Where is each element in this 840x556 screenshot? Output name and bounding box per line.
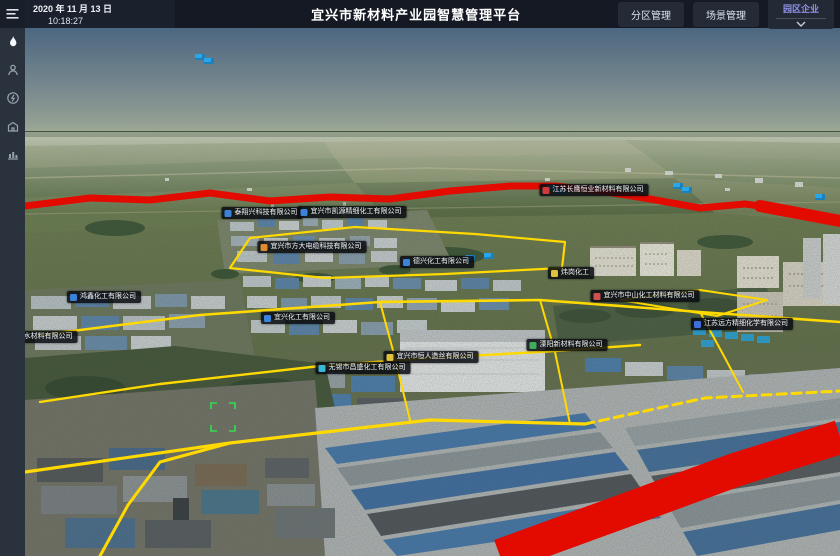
company-label[interactable]: 宜兴化工有限公司 <box>261 312 335 324</box>
menu-button[interactable] <box>0 0 25 28</box>
company-label-text: 无锡市昌盛化工有限公司 <box>329 364 406 372</box>
map-viewport[interactable]: 泰翔兴科技有限公司 宜兴市凯源精细化工有限公司宜兴市方大电缆科技有限公司德兴化工有… <box>25 28 840 556</box>
factory-icon <box>6 119 20 133</box>
company-marker-icon <box>694 321 701 328</box>
company-label[interactable]: 宜兴市中山化工材料有限公司 <box>591 290 700 302</box>
company-label-text: 泰翔兴科技有限公司 <box>235 209 298 217</box>
sidebar-item-factory[interactable] <box>0 112 25 140</box>
company-label[interactable]: 江苏长鹰恒业新材料有限公司 <box>540 184 649 196</box>
sidebar <box>0 0 25 556</box>
current-date: 2020 年 11 月 13 日 <box>33 2 175 15</box>
company-marker-icon <box>225 210 232 217</box>
company-label[interactable]: 无锡市昌盛化工有限公司 <box>316 362 411 374</box>
energy-icon <box>6 91 20 105</box>
company-label-text: 宜兴市凯源精细化工有限公司 <box>311 208 402 216</box>
company-label[interactable]: 江苏远方精细化学有限公司 <box>691 318 793 330</box>
page-title: 宜兴市新材料产业园智慧管理平台 <box>311 5 521 24</box>
company-label[interactable]: 溧阳新材料有限公司 <box>527 339 608 351</box>
company-label-text: 江苏长鹰恒业新材料有限公司 <box>553 186 644 194</box>
company-label[interactable]: 炜岗化工 <box>548 267 594 279</box>
scene-management-button[interactable]: 场景管理 <box>693 2 759 27</box>
dropdown-selected-label: 园区企业 <box>783 2 819 15</box>
company-marker-icon <box>70 294 77 301</box>
menu-icon <box>6 8 19 20</box>
company-label[interactable]: 宜兴市防水材料有限公司 <box>25 331 78 343</box>
company-label-text: 宜兴市中山化工材料有限公司 <box>604 292 695 300</box>
company-label-text: 宜兴市恒人造丝有限公司 <box>397 353 474 361</box>
company-label-text: 宜兴市方大电缆科技有限公司 <box>271 243 362 251</box>
vehicle-marker[interactable] <box>682 187 692 193</box>
topbar-actions: 分区管理 场景管理 园区企业 <box>618 0 840 29</box>
chevron-down-icon <box>796 21 806 27</box>
company-marker-icon <box>387 354 394 361</box>
vehicle-marker[interactable] <box>484 253 494 259</box>
app-window: 2020 年 11 月 13 日 10:18:27 宜兴市新材料产业园智慧管理平… <box>0 0 840 556</box>
sidebar-item-energy[interactable] <box>0 84 25 112</box>
company-marker-icon <box>319 365 326 372</box>
sidebar-item-stats[interactable] <box>0 140 25 168</box>
company-label[interactable]: 德兴化工有限公司 <box>400 256 474 268</box>
company-label[interactable]: 宜兴市凯源精细化工有限公司 <box>298 206 407 218</box>
fire-icon <box>6 35 20 49</box>
stats-icon <box>6 147 20 161</box>
current-time: 10:18:27 <box>48 16 175 26</box>
dropdown-divider <box>776 18 826 19</box>
company-label[interactable]: 鸿鑫化工有限公司 <box>67 291 141 303</box>
company-marker-icon <box>594 293 601 300</box>
vehicle-marker[interactable] <box>815 194 825 200</box>
sidebar-item-user[interactable] <box>0 56 25 84</box>
company-marker-icon <box>264 315 271 322</box>
datetime-block: 2020 年 11 月 13 日 10:18:27 <box>25 0 175 28</box>
company-label[interactable]: 宜兴市方大电缆科技有限公司 <box>258 241 367 253</box>
company-marker-icon <box>551 270 558 277</box>
company-label[interactable]: 泰翔兴科技有限公司 <box>222 207 303 219</box>
company-marker-icon <box>301 209 308 216</box>
vehicle-marker[interactable] <box>204 58 214 64</box>
company-marker-icon <box>403 259 410 266</box>
company-label-text: 溧阳新材料有限公司 <box>540 341 603 349</box>
company-label-text: 宜兴化工有限公司 <box>274 314 330 322</box>
company-label-text: 鸿鑫化工有限公司 <box>80 293 136 301</box>
company-marker-icon <box>530 342 537 349</box>
company-marker-icon <box>543 187 550 194</box>
company-label-text: 德兴化工有限公司 <box>413 258 469 266</box>
company-label-text: 江苏远方精细化学有限公司 <box>704 320 788 328</box>
company-label-text: 宜兴市防水材料有限公司 <box>25 333 73 341</box>
map-overlay: 泰翔兴科技有限公司 宜兴市凯源精细化工有限公司宜兴市方大电缆科技有限公司德兴化工有… <box>25 28 840 556</box>
zone-management-button[interactable]: 分区管理 <box>618 2 684 27</box>
park-enterprise-dropdown[interactable]: 园区企业 <box>768 0 834 29</box>
company-label-text: 炜岗化工 <box>561 269 589 277</box>
top-bar: 2020 年 11 月 13 日 10:18:27 宜兴市新材料产业园智慧管理平… <box>25 0 840 28</box>
sidebar-item-fire[interactable] <box>0 28 25 56</box>
user-icon <box>6 63 20 77</box>
company-marker-icon <box>261 244 268 251</box>
